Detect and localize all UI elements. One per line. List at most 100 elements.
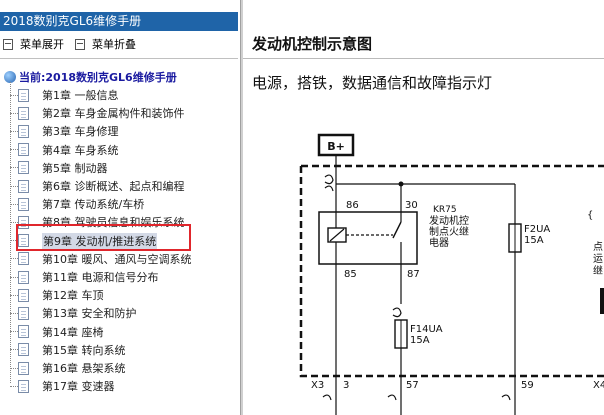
bottom-pin-59: 59 [521,380,534,391]
document-icon [18,361,29,375]
tree-branch-line [10,258,18,260]
content-panel: 发动机控制示意图 电源，搭铁，数据通信和故障指示灯 B+ 86 30 KR75 … [243,0,604,415]
tree-branch-line [10,94,18,96]
relay-id: KR75 [433,205,457,215]
chapter-label: 第11章 电源和信号分布 [42,271,159,284]
toolbar-divider [0,58,238,59]
document-icon [18,306,29,320]
chapter-item[interactable]: 第1章 一般信息 [10,86,119,104]
document-icon [18,106,29,120]
connector-x4: X4 [593,380,604,391]
relay-name-line-3: 电器 [429,236,449,249]
chapter-item[interactable]: 第4章 车身系统 [10,141,119,159]
chapter-label: 第5章 制动器 [42,161,108,175]
document-icon [18,143,29,157]
tree-branch-line [10,203,18,205]
collapse-menu-button[interactable]: 菜单折叠 [75,36,136,52]
chapter-label: 第4章 车身系统 [42,143,119,157]
edge-text-2: 运 [593,253,603,265]
tree-branch-line [10,385,18,387]
chapter-label: 第13章 安全和防护 [42,307,137,321]
tree-root-node[interactable]: 当前:2018数别克GL6维修手册 [4,69,177,85]
chapter-label: 第14章 座椅 [42,325,104,339]
chapter-label: 第6章 诊断概述、起点和编程 [42,180,185,193]
bottom-pin-57: 57 [406,380,419,391]
chapter-item[interactable]: 第7章 传动系统/车桥 [10,195,144,213]
chapter-label: 第17章 变速器 [42,380,115,394]
document-icon [18,270,29,284]
tree-branch-line [10,312,18,314]
svg-text:{: { [587,210,593,221]
selected-chapter-highlight [16,224,191,251]
expand-icon [3,38,13,50]
document-icon [18,343,29,357]
pin-87: 87 [407,269,420,280]
chapter-item[interactable]: 第11章 电源和信号分布 [10,268,159,286]
relay-name-line-1: 发动机控 [429,214,469,227]
fuse-f14ua-rating: 15A [410,335,430,346]
chapter-label: 第15章 转向系统 [42,343,126,357]
chapter-label: 第3章 车身修理 [42,125,119,139]
chapter-item[interactable]: 第5章 制动器 [10,159,108,177]
connector-x3: X3 [311,380,324,391]
relay-name-line-2: 制点火继 [429,225,469,238]
chapter-label: 第10章 暖风、通风与空调系统 [42,252,192,266]
tree-branch-line [10,276,18,278]
tree-root-label: 当前:2018数别克GL6维修手册 [19,71,177,84]
tree-branch-line [10,349,18,351]
chapter-label: 第7章 传动系统/车桥 [42,198,145,212]
fuse-f2ua-rating: 15A [524,235,544,246]
power-label: B+ [327,140,345,153]
wiring-diagram: B+ 86 30 KR75 发动机控 制点火继 电器 85 87 F2UA 15… [299,133,604,415]
fuse-f14ua-name: F14UA [410,324,443,335]
collapse-menu-label: 菜单折叠 [92,38,136,51]
tree-branch-line [10,367,18,369]
chapter-label: 第2章 车身金属构件和装饰件 [42,107,185,121]
pin-30: 30 [405,200,418,211]
expand-menu-label: 菜单展开 [20,38,64,51]
chapter-item[interactable]: 第3章 车身修理 [10,122,119,140]
tree-branch-line [10,167,18,169]
pin-86: 86 [346,200,359,211]
document-icon [18,379,29,393]
bottom-pin-3: 3 [343,380,349,391]
chapter-label: 第12章 车顶 [42,289,104,303]
collapse-icon [75,38,85,50]
tree-branch-line [10,149,18,151]
document-icon [18,288,29,302]
tree-branch-line [10,294,18,296]
chapter-item[interactable]: 第15章 转向系统 [10,341,126,359]
document-icon [18,325,29,339]
chapter-item[interactable]: 第16章 悬架系统 [10,359,126,377]
chapter-item[interactable]: 第12章 车顶 [10,286,104,304]
tree-branch-line [10,331,18,333]
diagram-subtitle: 电源，搭铁，数据通信和故障指示灯 [252,74,493,92]
tree-branch-line [10,185,18,187]
tree-branch-line [10,112,18,114]
left-navigation-panel: 2018数别克GL6维修手册 菜单展开 菜单折叠 当前:2018数别克GL6维修… [0,0,240,415]
edge-text-1: 点 [593,241,603,253]
manual-title-bar: 2018数别克GL6维修手册 [0,12,238,31]
document-icon [18,197,29,211]
document-icon [18,252,29,266]
document-icon [18,179,29,193]
pin-85: 85 [344,269,357,280]
chapter-item[interactable]: 第13章 安全和防护 [10,304,137,322]
chapter-item[interactable]: 第6章 诊断概述、起点和编程 [10,177,185,195]
chapter-label: 第16章 悬架系统 [42,362,126,375]
chapter-label: 第1章 一般信息 [42,89,119,102]
document-icon [18,124,29,138]
page-title: 发动机控制示意图 [252,35,373,53]
tree-branch-line [10,130,18,132]
chapter-item[interactable]: 第14章 座椅 [10,323,104,341]
expand-menu-button[interactable]: 菜单展开 [3,36,64,52]
fuse-f2ua-name: F2UA [524,224,550,235]
title-rule [243,58,604,59]
document-icon [18,161,29,175]
tree-branch-line [10,221,18,223]
document-icon [18,88,29,102]
chapter-item[interactable]: 第17章 变速器 [10,377,115,395]
edge-text-3: 继 [593,264,603,277]
chapter-item[interactable]: 第2章 车身金属构件和装饰件 [10,104,185,122]
chapter-item[interactable]: 第10章 暖风、通风与空调系统 [10,250,192,268]
